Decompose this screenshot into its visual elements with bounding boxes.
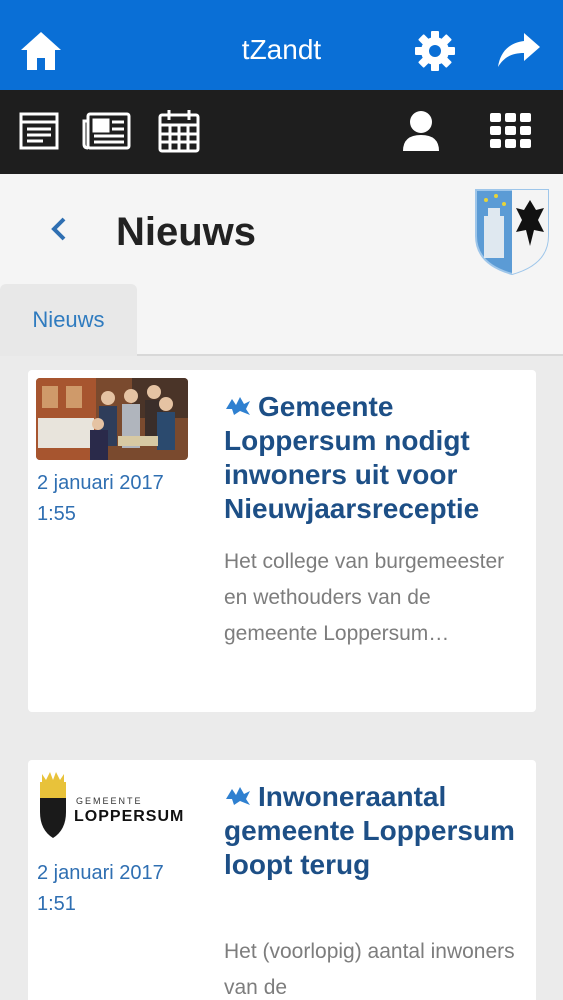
article-time: 1:55 [37,503,76,525]
article-title[interactable]: Inwoneraantal gemeente Loppersum loopt t… [224,780,530,882]
logo-text-large: LOPPERSUM [74,808,185,825]
news-card[interactable]: GEMEENTE LOPPERSUM 2 januari 2017 1:51 I… [28,760,536,1000]
loppersum-logo: GEMEENTE LOPPERSUM [36,768,188,850]
article-excerpt: Het college van burgemeester en wethoude… [224,550,505,645]
news-list-icon[interactable] [14,106,64,156]
category-icon [224,391,252,415]
article-excerpt: Het (voorlopig) aantal inwoners van de [224,940,515,999]
category-icon [224,781,252,805]
icon-toolbar [0,90,563,174]
grid-menu-icon[interactable] [486,106,536,156]
article-date: 2 januari 2017 [37,862,164,884]
share-arrow-icon[interactable] [496,28,542,74]
logo-text-small: GEMEENTE [76,796,143,806]
newspaper-icon[interactable] [82,106,132,156]
tab-nieuws[interactable]: Nieuws [0,284,137,356]
top-bar: tZandt [0,0,563,90]
calendar-icon[interactable] [154,106,204,156]
tab-bar: Nieuws [0,284,563,356]
chevron-left-icon[interactable] [44,214,74,244]
page-header: Nieuws [0,174,563,284]
app-title: tZandt [241,34,322,65]
article-title[interactable]: Gemeente Loppersum nodigt inwoners uit v… [224,390,530,526]
municipal-crest-icon [472,186,552,276]
gear-icon[interactable] [412,28,458,74]
article-time: 1:51 [37,893,76,915]
article-date: 2 januari 2017 [37,472,164,494]
article-thumbnail [36,378,188,460]
user-icon[interactable] [396,106,446,156]
news-card[interactable]: 2 januari 2017 1:55 Gemeente Loppersum n… [28,370,536,712]
page-title: Nieuws [116,210,257,254]
